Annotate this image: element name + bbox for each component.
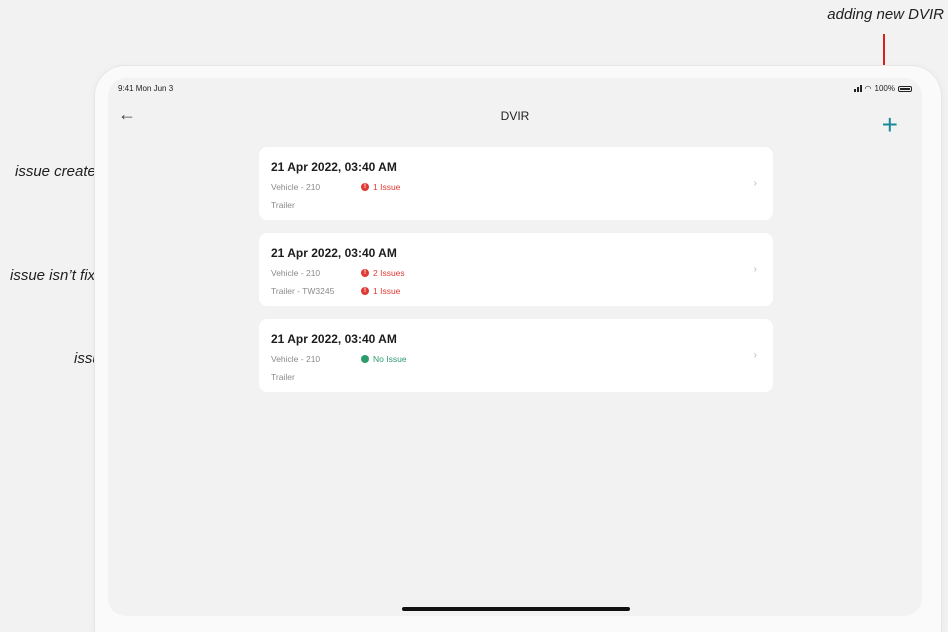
plus-icon[interactable]: + bbox=[882, 111, 898, 139]
dvir-card[interactable]: 21 Apr 2022, 03:40 AM Vehicle - 210 ! 1 … bbox=[259, 147, 773, 220]
trailer-status: ! 1 Issue bbox=[361, 286, 400, 296]
annotation-adding-new-dvir: adding new DVIR bbox=[827, 6, 944, 23]
vehicle-label: Vehicle - 210 bbox=[271, 268, 321, 278]
trailer-label: Trailer bbox=[271, 200, 295, 210]
dvir-card[interactable]: 21 Apr 2022, 03:40 AM Vehicle - 210 No I… bbox=[259, 319, 773, 392]
issue-icon: ! bbox=[361, 269, 369, 277]
trailer-label: Trailer - TW3245 bbox=[271, 286, 335, 296]
card-date: 21 Apr 2022, 03:40 AM bbox=[271, 332, 397, 346]
dvir-list: 21 Apr 2022, 03:40 AM Vehicle - 210 ! 1 … bbox=[259, 147, 773, 405]
vehicle-row: Vehicle - 210 ! 1 Issue bbox=[271, 182, 400, 192]
dvir-card[interactable]: 21 Apr 2022, 03:40 AM Vehicle - 210 ! 2 … bbox=[259, 233, 773, 306]
vehicle-status: No Issue bbox=[361, 354, 407, 364]
trailer-row: Trailer - TW3245 ! 1 Issue bbox=[271, 286, 400, 296]
vehicle-status: ! 2 Issues bbox=[361, 268, 405, 278]
vehicle-status-text: 1 Issue bbox=[373, 182, 401, 192]
vehicle-status-text: No Issue bbox=[373, 354, 407, 364]
vehicle-row: Vehicle - 210 No Issue bbox=[271, 354, 407, 364]
vehicle-label: Vehicle - 210 bbox=[271, 354, 321, 364]
chevron-right-icon: › bbox=[753, 350, 757, 361]
card-date: 21 Apr 2022, 03:40 AM bbox=[271, 160, 397, 174]
nav-bar: ← DVIR + bbox=[108, 102, 922, 139]
status-indicators: ◠ 100% bbox=[853, 84, 912, 93]
issue-icon: ! bbox=[361, 183, 369, 191]
ok-icon bbox=[361, 355, 369, 363]
vehicle-status-text: 2 Issues bbox=[373, 268, 405, 278]
chevron-right-icon: › bbox=[753, 178, 757, 189]
status-bar: 9:41 Mon Jun 3 ◠ 100% bbox=[118, 84, 912, 98]
issue-icon: ! bbox=[361, 287, 369, 295]
card-date: 21 Apr 2022, 03:40 AM bbox=[271, 246, 397, 260]
battery-icon bbox=[898, 85, 912, 92]
page-title: DVIR bbox=[500, 109, 530, 123]
vehicle-label: Vehicle - 210 bbox=[271, 182, 321, 192]
trailer-row: Trailer bbox=[271, 200, 361, 210]
status-time: 9:41 Mon Jun 3 bbox=[118, 84, 174, 93]
vehicle-row: Vehicle - 210 ! 2 Issues bbox=[271, 268, 405, 278]
trailer-status-text: 1 Issue bbox=[373, 286, 401, 296]
chevron-right-icon: › bbox=[753, 264, 757, 275]
trailer-row: Trailer bbox=[271, 372, 361, 382]
home-indicator[interactable] bbox=[402, 607, 630, 611]
stage: adding new DVIR issue created time issue… bbox=[0, 0, 948, 632]
signal-icon bbox=[853, 85, 862, 92]
battery-percent: 100% bbox=[874, 84, 895, 93]
app-screen: 9:41 Mon Jun 3 ◠ 100% ← DVIR + 21 Apr 20… bbox=[108, 78, 922, 616]
vehicle-status: ! 1 Issue bbox=[361, 182, 400, 192]
trailer-label: Trailer bbox=[271, 372, 295, 382]
wifi-icon: ◠ bbox=[864, 84, 872, 93]
